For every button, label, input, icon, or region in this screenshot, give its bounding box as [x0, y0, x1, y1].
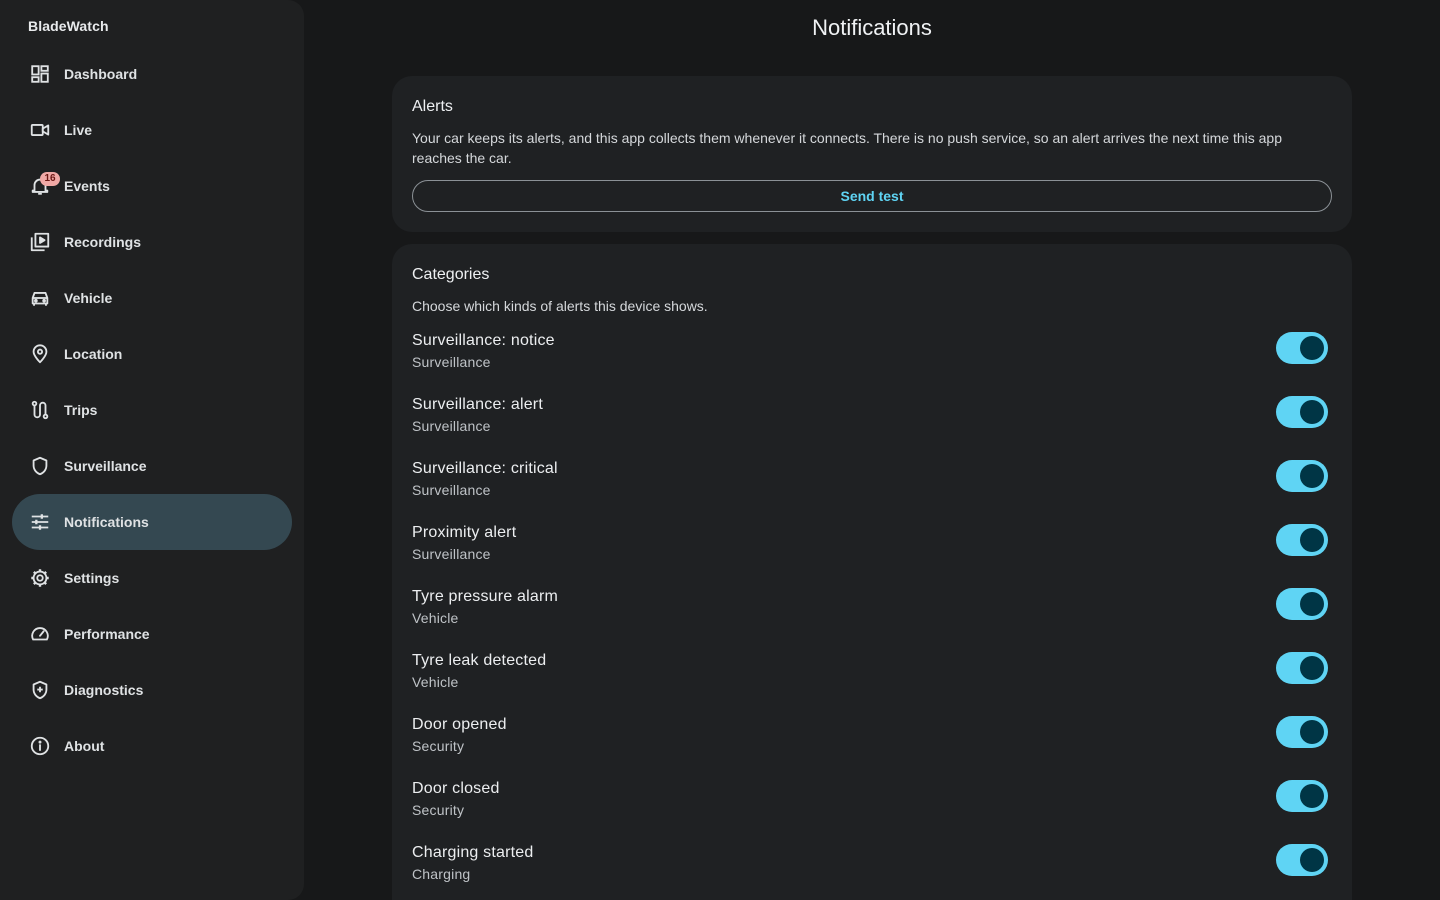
car-icon — [28, 286, 52, 310]
category-group: Security — [412, 802, 465, 818]
category-group: Vehicle — [412, 610, 459, 626]
sidebar-item-label: Events — [64, 178, 110, 194]
category-toggle[interactable] — [1276, 332, 1328, 364]
send-test-button[interactable]: Send test — [412, 180, 1332, 212]
category-row: Door closed Security — [412, 780, 1332, 844]
toggle-knob — [1300, 592, 1324, 616]
sidebar-item-vehicle[interactable]: Vehicle — [12, 270, 292, 326]
info-icon — [28, 734, 52, 758]
categories-description: Choose which kinds of alerts this device… — [412, 298, 708, 314]
category-toggle[interactable] — [1276, 780, 1328, 812]
category-row: Surveillance: critical Surveillance — [412, 460, 1332, 524]
sidebar-item-recordings[interactable]: Recordings — [12, 214, 292, 270]
sidebar-item-location[interactable]: Location — [12, 326, 292, 382]
shield-icon — [28, 454, 52, 478]
gear-icon — [28, 566, 52, 590]
sidebar-item-label: About — [64, 738, 105, 754]
category-group: Vehicle — [412, 674, 459, 690]
category-row: Tyre pressure alarm Vehicle — [412, 588, 1332, 652]
category-group: Security — [412, 738, 465, 754]
toggle-knob — [1300, 720, 1324, 744]
app-window: BladeWatch Dashboard Live 16 Events Reco… — [0, 0, 1440, 900]
location-pin-icon — [28, 342, 52, 366]
category-name: Proximity alert — [412, 524, 517, 541]
videocam-icon — [28, 118, 52, 142]
sidebar-item-about[interactable]: About — [12, 718, 292, 774]
sidebar-item-label: Vehicle — [64, 290, 113, 306]
category-toggle[interactable] — [1276, 460, 1328, 492]
toggle-knob — [1300, 848, 1324, 872]
toggle-knob — [1300, 656, 1324, 680]
category-name: Surveillance: critical — [412, 460, 558, 477]
toggle-knob — [1300, 784, 1324, 808]
category-toggle[interactable] — [1276, 524, 1328, 556]
sidebar-item-dashboard[interactable]: Dashboard — [12, 46, 292, 102]
alerts-description: Your car keeps its alerts, and this app … — [412, 130, 1282, 166]
category-toggle[interactable] — [1276, 844, 1328, 876]
category-name: Door closed — [412, 780, 500, 797]
category-group: Surveillance — [412, 482, 491, 498]
sidebar-item-label: Recordings — [64, 234, 142, 250]
sidebar: BladeWatch Dashboard Live 16 Events Reco… — [0, 0, 304, 900]
sidebar-item-label: Settings — [64, 570, 120, 586]
category-group: Charging — [412, 866, 471, 882]
app-name: BladeWatch — [28, 18, 109, 34]
category-row: Surveillance: notice Surveillance — [412, 332, 1332, 396]
sidebar-item-label: Live — [64, 122, 93, 138]
category-name: Charging started — [412, 844, 534, 861]
page-title: Notifications — [812, 15, 932, 40]
toggle-knob — [1300, 336, 1324, 360]
sidebar-item-live[interactable]: Live — [12, 102, 292, 158]
sidebar-item-label: Dashboard — [64, 66, 138, 82]
categories-card: Categories Choose which kinds of alerts … — [392, 244, 1352, 900]
video-library-icon — [28, 230, 52, 254]
health-shield-icon — [28, 678, 52, 702]
sidebar-item-label: Diagnostics — [64, 682, 144, 698]
sidebar-item-trips[interactable]: Trips — [12, 382, 292, 438]
sidebar-item-label: Performance — [64, 626, 150, 642]
category-group: Surveillance — [412, 546, 491, 562]
toggle-knob — [1300, 464, 1324, 488]
speedometer-icon — [28, 622, 52, 646]
category-row: Proximity alert Surveillance — [412, 524, 1332, 588]
toggle-knob — [1300, 400, 1324, 424]
category-group: Surveillance — [412, 418, 491, 434]
category-toggle[interactable] — [1276, 716, 1328, 748]
sidebar-item-performance[interactable]: Performance — [12, 606, 292, 662]
category-name: Surveillance: notice — [412, 332, 555, 349]
toggle-knob — [1300, 528, 1324, 552]
alerts-card: Alerts Your car keeps its alerts, and th… — [392, 76, 1352, 232]
sidebar-item-surveillance[interactable]: Surveillance — [12, 438, 292, 494]
sidebar-item-label: Notifications — [64, 514, 149, 530]
category-row: Door opened Security — [412, 716, 1332, 780]
sidebar-item-notifications[interactable]: Notifications — [12, 494, 292, 550]
alerts-title: Alerts — [412, 98, 453, 115]
category-group: Surveillance — [412, 354, 491, 370]
categories-title: Categories — [412, 266, 490, 283]
sidebar-nav: Dashboard Live 16 Events Recordings Vehi… — [12, 46, 292, 774]
category-row: Tyre leak detected Vehicle — [412, 652, 1332, 716]
category-toggle[interactable] — [1276, 396, 1328, 428]
category-name: Surveillance: alert — [412, 396, 543, 413]
category-row: Charging started Charging — [412, 844, 1332, 900]
events-count-badge: 16 — [40, 172, 60, 186]
category-name: Door opened — [412, 716, 507, 733]
sidebar-item-label: Trips — [64, 402, 98, 418]
category-toggle[interactable] — [1276, 588, 1328, 620]
sidebar-item-events[interactable]: 16 Events — [12, 158, 292, 214]
category-toggle[interactable] — [1276, 652, 1328, 684]
category-name: Tyre pressure alarm — [412, 588, 559, 605]
sidebar-item-settings[interactable]: Settings — [12, 550, 292, 606]
dashboard-icon — [28, 62, 52, 86]
tune-icon — [28, 510, 52, 534]
route-icon — [28, 398, 52, 422]
sidebar-item-diagnostics[interactable]: Diagnostics — [12, 662, 292, 718]
sidebar-item-label: Location — [64, 346, 123, 362]
category-row: Surveillance: alert Surveillance — [412, 396, 1332, 460]
sidebar-item-label: Surveillance — [64, 458, 147, 474]
category-name: Tyre leak detected — [412, 652, 547, 669]
